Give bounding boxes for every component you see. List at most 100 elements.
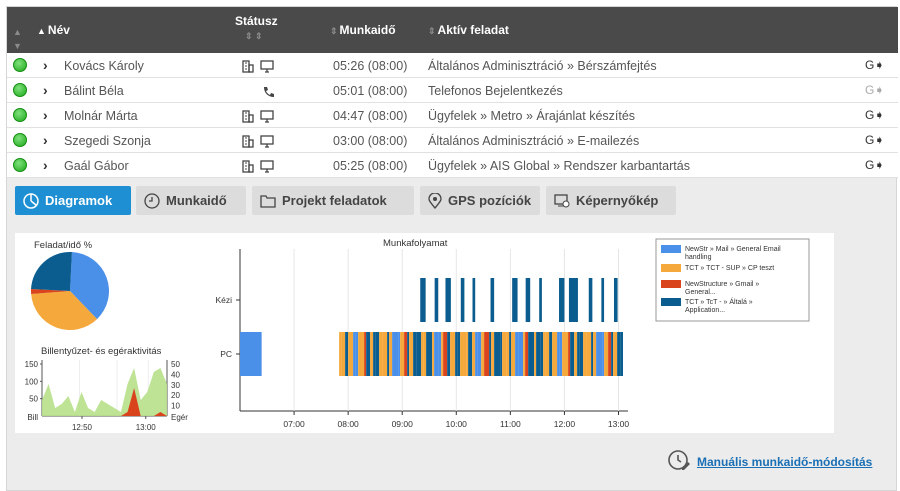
timeline-x-tick-label: 13:00 bbox=[608, 419, 630, 429]
timeline-x-tick-label: 12:00 bbox=[554, 419, 576, 429]
goto-arrow-icon[interactable]: G➧ bbox=[865, 133, 884, 147]
pc-segment bbox=[596, 332, 603, 376]
pc-segment bbox=[443, 332, 448, 376]
expand-chevron-icon[interactable]: › bbox=[43, 132, 48, 148]
timeline-x-tick-label: 09:00 bbox=[392, 419, 414, 429]
online-status-icon bbox=[13, 158, 27, 172]
pc-segment bbox=[407, 332, 410, 376]
employee-name: Szegedi Szonja bbox=[64, 134, 151, 148]
pc-segment bbox=[370, 332, 374, 376]
table-row[interactable]: › Szegedi Szonja 03:00 (08:00) Általános… bbox=[7, 128, 898, 153]
pc-segment bbox=[608, 332, 612, 376]
right-tick-label: 10 bbox=[171, 402, 180, 411]
goto-arrow-icon[interactable]: G➧ bbox=[865, 83, 884, 97]
expand-chevron-icon[interactable]: › bbox=[43, 57, 48, 73]
pc-segment bbox=[432, 332, 435, 376]
pc-segment bbox=[450, 332, 456, 376]
pc-segment bbox=[339, 332, 342, 376]
pc-segment bbox=[545, 332, 550, 376]
goto-arrow-icon[interactable]: G➧ bbox=[865, 58, 884, 72]
location-pin-icon bbox=[428, 192, 442, 209]
monitor-icon bbox=[260, 59, 274, 73]
column-header-status[interactable]: Státusz ⇕ ⇕ bbox=[235, 14, 278, 42]
pc-segment bbox=[438, 332, 442, 376]
tab-projekt-feladatok[interactable]: Projekt feladatok bbox=[252, 186, 414, 215]
expand-chevron-icon[interactable]: › bbox=[43, 107, 48, 123]
building-icon bbox=[242, 59, 254, 73]
pc-segment bbox=[477, 332, 482, 376]
tab-képernyőkép[interactable]: Képernyőkép bbox=[546, 186, 676, 215]
pc-segment bbox=[604, 332, 609, 376]
legend-swatch bbox=[661, 245, 681, 253]
pc-segment bbox=[434, 332, 439, 376]
manual-segment bbox=[601, 278, 605, 322]
table-row[interactable]: › Molnár Márta 04:47 (08:00) Ügyfelek » … bbox=[7, 103, 898, 128]
left-tick-label: 50 bbox=[29, 395, 38, 404]
manual-segment bbox=[434, 278, 439, 322]
pc-segment bbox=[364, 332, 367, 376]
pc-segment bbox=[341, 332, 346, 376]
online-status-icon bbox=[13, 108, 27, 122]
goto-arrow-icon[interactable]: G➧ bbox=[865, 108, 884, 122]
pc-segment bbox=[577, 332, 580, 376]
pc-segment bbox=[472, 332, 476, 376]
pc-segment bbox=[518, 332, 524, 376]
timeline-legend: NewStr » Mail » General Email handlingTCT… bbox=[655, 238, 810, 322]
online-status-icon bbox=[13, 83, 27, 97]
manual-segment bbox=[559, 278, 565, 322]
employee-panel: ▲ ▼ ▲ Név Státusz ⇕ ⇕ ⇕ Munkaidő ⇕ Aktív fela… bbox=[6, 6, 898, 491]
pc-segment bbox=[568, 332, 571, 376]
column-header-name[interactable]: ▲ Név bbox=[37, 23, 70, 37]
timeline-x-tick-label: 11:00 bbox=[500, 419, 521, 429]
column-header-worktime[interactable]: ⇕ Munkaidő bbox=[330, 23, 396, 37]
table-row[interactable]: › Bálint Béla 05:01 (08:00) Telefonos Be… bbox=[7, 78, 898, 103]
pc-segment bbox=[534, 332, 537, 376]
tab-munkaidő[interactable]: Munkaidő bbox=[136, 186, 246, 215]
building-icon bbox=[242, 134, 254, 148]
table-row[interactable]: › Gaál Gábor 05:25 (08:00) Ügyfelek » AI… bbox=[7, 153, 898, 178]
pc-segment bbox=[593, 332, 597, 376]
table-row[interactable]: › Kovács Károly 05:26 (08:00) Általános … bbox=[7, 53, 898, 78]
pc-segment bbox=[617, 332, 621, 376]
pc-segment bbox=[348, 332, 354, 376]
pc-segment bbox=[515, 332, 519, 376]
screenshot-icon bbox=[554, 193, 570, 208]
pc-segment bbox=[502, 332, 507, 376]
employee-name: Gaál Gábor bbox=[64, 159, 129, 173]
employee-name: Bálint Béla bbox=[64, 84, 124, 98]
timeline-x-tick-label: 10:00 bbox=[446, 419, 468, 429]
select-column-sort[interactable]: ▲ ▼ bbox=[13, 24, 24, 52]
tab-gps-pozíciók[interactable]: GPS pozíciók bbox=[420, 186, 540, 215]
pc-segment bbox=[460, 332, 467, 376]
pc-segment bbox=[441, 332, 444, 376]
manual-worktime-link[interactable]: Manuális munkaidő-módosítás bbox=[667, 448, 872, 475]
x-tick-label: 13:00 bbox=[136, 423, 157, 432]
pc-segment bbox=[484, 332, 490, 376]
device-icons bbox=[262, 84, 280, 98]
worktime-value: 05:26 (08:00) bbox=[333, 59, 408, 73]
pc-segment bbox=[557, 332, 560, 376]
tab-diagramok[interactable]: Diagramok bbox=[15, 186, 131, 215]
pc-segment bbox=[468, 332, 473, 376]
column-header-active-task[interactable]: ⇕ Aktív feladat bbox=[428, 23, 509, 37]
pc-segment bbox=[457, 332, 461, 376]
pc-segment bbox=[525, 332, 529, 376]
pc-segment bbox=[426, 332, 433, 376]
expand-chevron-icon[interactable]: › bbox=[43, 82, 48, 98]
pc-segment bbox=[375, 332, 380, 376]
pc-segment bbox=[475, 332, 478, 376]
pc-segment bbox=[583, 332, 587, 376]
x-tick-label: 12:50 bbox=[72, 423, 93, 432]
left-axis-label: Bill bbox=[27, 413, 38, 422]
pc-segment bbox=[540, 332, 544, 376]
expand-chevron-icon[interactable]: › bbox=[43, 157, 48, 173]
folder-icon bbox=[260, 194, 276, 208]
pc-segment bbox=[358, 332, 365, 376]
pc-segment bbox=[379, 332, 383, 376]
pc-segment bbox=[387, 332, 390, 376]
goto-arrow-icon[interactable]: G➧ bbox=[865, 158, 884, 172]
employee-table-body: › Kovács Károly 05:26 (08:00) Általános … bbox=[7, 53, 898, 178]
pc-segment bbox=[559, 332, 563, 376]
pc-segment bbox=[611, 332, 614, 376]
pc-segment bbox=[574, 332, 578, 376]
